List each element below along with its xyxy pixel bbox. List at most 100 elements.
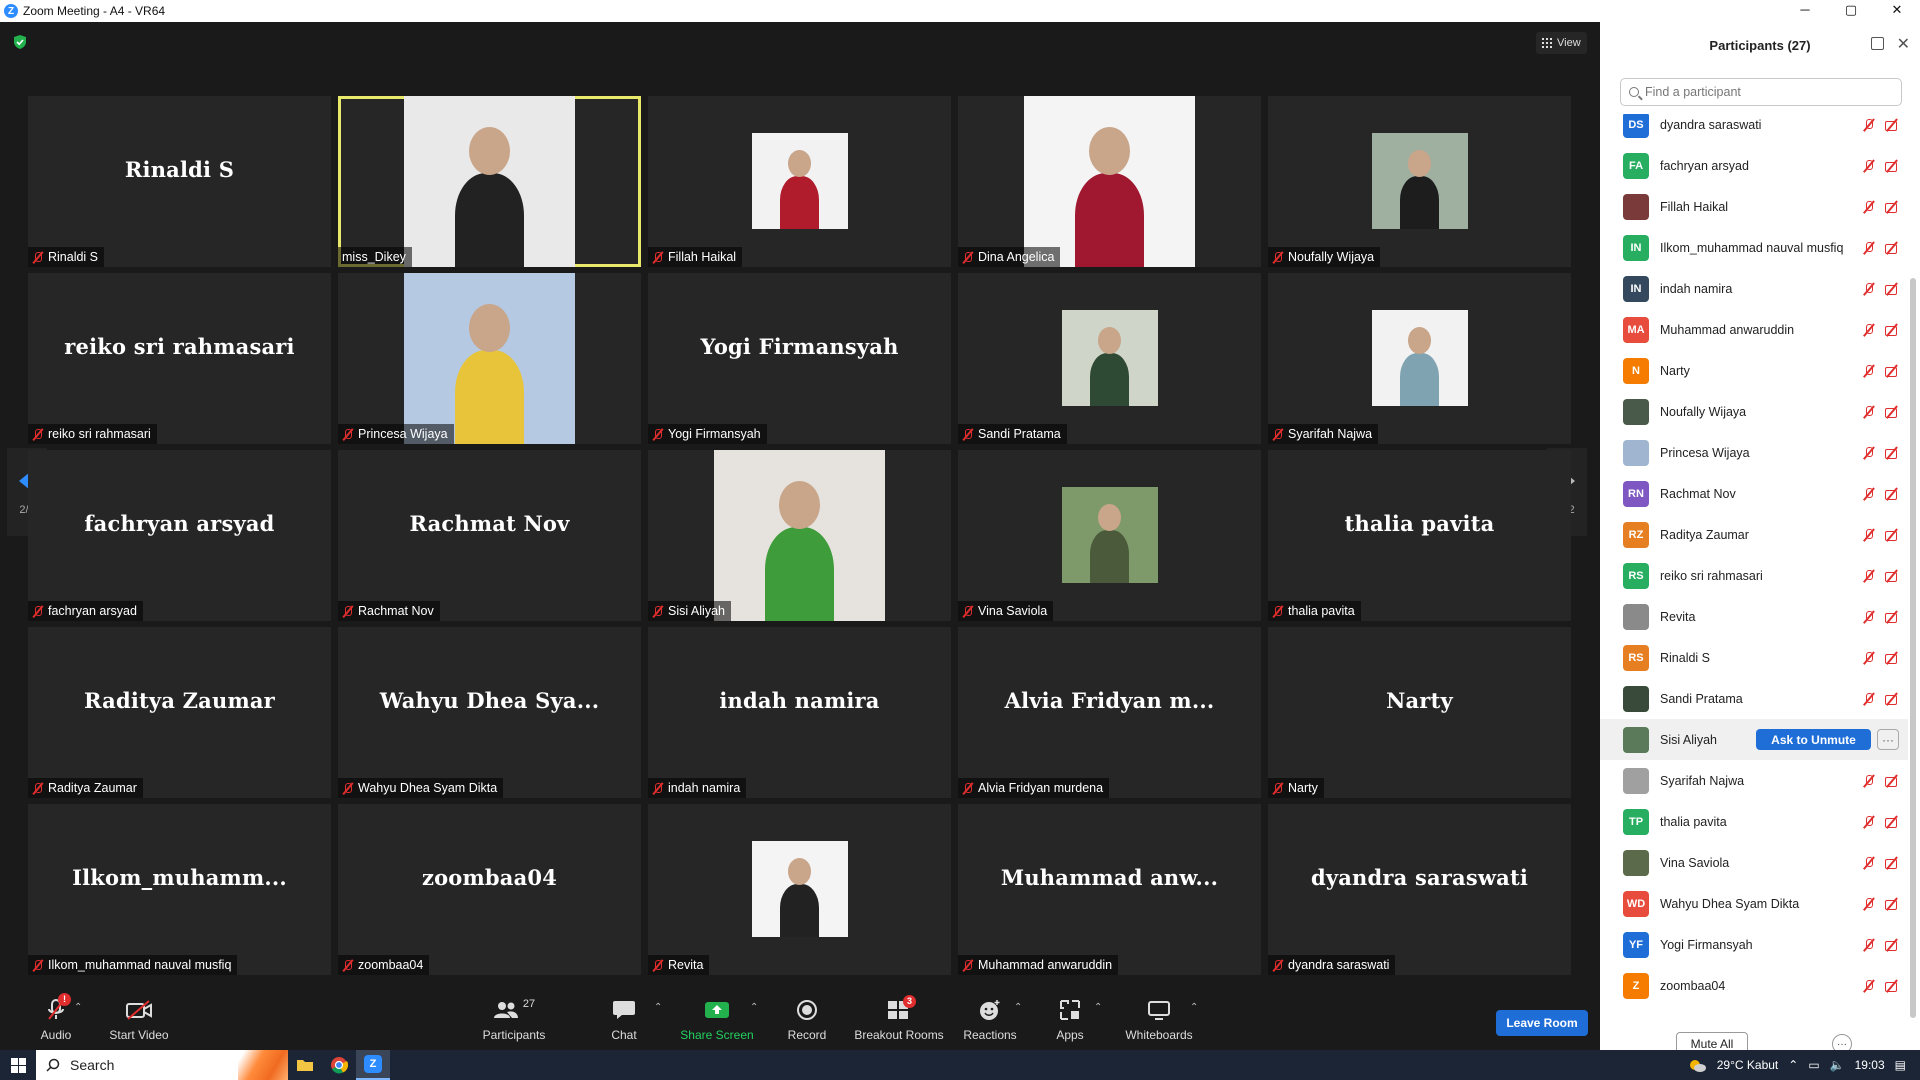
share-options-caret-icon[interactable]: ⌃: [750, 1002, 758, 1013]
video-tile-revita[interactable]: Revita: [648, 804, 951, 975]
video-off-icon[interactable]: [1884, 651, 1900, 665]
participant-row[interactable]: Vina Saviola: [1600, 842, 1908, 883]
video-off-icon[interactable]: [1884, 692, 1900, 706]
video-off-icon[interactable]: [1884, 241, 1900, 255]
video-off-icon[interactable]: [1884, 446, 1900, 460]
video-tile-zoombaa[interactable]: zoombaa04 zoombaa04: [338, 804, 641, 975]
leave-room-button[interactable]: Leave Room: [1496, 1010, 1588, 1036]
notifications-icon[interactable]: ▤: [1895, 1058, 1906, 1072]
participant-row[interactable]: IN Ilkom_muhammad nauval musfiq: [1600, 227, 1908, 268]
video-off-icon[interactable]: [1884, 774, 1900, 788]
video-off-icon[interactable]: [1884, 569, 1900, 583]
video-off-icon[interactable]: [1884, 815, 1900, 829]
microphone-muted-icon[interactable]: [1863, 487, 1875, 501]
microphone-muted-icon[interactable]: [1863, 897, 1875, 911]
microphone-muted-icon[interactable]: [1863, 979, 1875, 993]
close-window-button[interactable]: ✕: [1874, 0, 1920, 22]
microphone-muted-icon[interactable]: [1863, 692, 1875, 706]
taskbar-search-box[interactable]: Search: [36, 1050, 288, 1080]
participant-more-button[interactable]: ···: [1877, 729, 1899, 750]
pop-out-icon[interactable]: [1871, 37, 1884, 50]
video-tile-muhammad[interactable]: Muhammad anw... Muhammad anwaruddin: [958, 804, 1261, 975]
microphone-muted-icon[interactable]: [1863, 118, 1875, 132]
participant-row[interactable]: Syarifah Najwa: [1600, 760, 1908, 801]
record-button[interactable]: Record: [784, 988, 830, 1050]
video-off-icon[interactable]: [1884, 897, 1900, 911]
video-tile-dyandra[interactable]: dyandra saraswati dyandra saraswati: [1268, 804, 1571, 975]
video-tile-indah[interactable]: indah namira indah namira: [648, 627, 951, 798]
whiteboards-button[interactable]: Whiteboards: [1124, 988, 1194, 1050]
video-tile-raditya[interactable]: Raditya Zaumar Raditya Zaumar: [28, 627, 331, 798]
participant-row[interactable]: FA fachryan arsyad: [1600, 145, 1908, 186]
participant-row[interactable]: YF Yogi Firmansyah: [1600, 924, 1908, 965]
participant-row[interactable]: RN Rachmat Nov: [1600, 473, 1908, 514]
chat-options-caret-icon[interactable]: ⌃: [654, 1002, 662, 1013]
chrome-icon[interactable]: [322, 1050, 356, 1080]
video-off-icon[interactable]: [1884, 487, 1900, 501]
reactions-button[interactable]: Reactions: [962, 988, 1018, 1050]
video-tile-vina[interactable]: Vina Saviola: [958, 450, 1261, 621]
chat-button[interactable]: Chat: [606, 988, 642, 1050]
participant-row[interactable]: IN indah namira: [1600, 268, 1908, 309]
audio-button[interactable]: ! Audio: [30, 988, 82, 1050]
start-video-button[interactable]: Start Video: [106, 988, 172, 1050]
participant-row[interactable]: RZ Raditya Zaumar: [1600, 514, 1908, 555]
microphone-muted-icon[interactable]: [1863, 815, 1875, 829]
clock[interactable]: 19:03: [1855, 1058, 1885, 1072]
video-tile-noufally[interactable]: Noufally Wijaya: [1268, 96, 1571, 267]
apps-options-caret-icon[interactable]: ⌃: [1094, 1002, 1102, 1013]
participant-row[interactable]: Noufally Wijaya: [1600, 391, 1908, 432]
zoom-app-icon[interactable]: Z: [356, 1050, 390, 1080]
participant-row[interactable]: Revita: [1600, 596, 1908, 637]
video-tile-wahyu[interactable]: Wahyu Dhea Sya... Wahyu Dhea Syam Dikta: [338, 627, 641, 798]
video-tile-fillah[interactable]: Fillah Haikal: [648, 96, 951, 267]
video-tile-dikey[interactable]: miss_Dikey: [338, 96, 641, 267]
video-tile-princesa[interactable]: Princesa Wijaya: [338, 273, 641, 444]
video-off-icon[interactable]: [1884, 979, 1900, 993]
whiteboards-options-caret-icon[interactable]: ⌃: [1190, 1002, 1198, 1013]
video-tile-syarifah[interactable]: Syarifah Najwa: [1268, 273, 1571, 444]
video-tile-rinaldi[interactable]: Rinaldi S Rinaldi S: [28, 96, 331, 267]
video-off-icon[interactable]: [1884, 118, 1900, 132]
video-off-icon[interactable]: [1884, 856, 1900, 870]
participant-row[interactable]: DS dyandra saraswati: [1600, 114, 1908, 145]
participant-list-scrollbar[interactable]: [1910, 278, 1916, 1018]
microphone-muted-icon[interactable]: [1863, 938, 1875, 952]
microphone-muted-icon[interactable]: [1863, 200, 1875, 214]
video-off-icon[interactable]: [1884, 323, 1900, 337]
video-off-icon[interactable]: [1884, 938, 1900, 952]
participant-row[interactable]: Princesa Wijaya: [1600, 432, 1908, 473]
microphone-muted-icon[interactable]: [1863, 159, 1875, 173]
video-tile-reiko[interactable]: reiko sri rahmasari reiko sri rahmasari: [28, 273, 331, 444]
video-off-icon[interactable]: [1884, 200, 1900, 214]
participant-row[interactable]: N Narty: [1600, 350, 1908, 391]
microphone-muted-icon[interactable]: [1863, 569, 1875, 583]
participants-button[interactable]: 27 Participants: [482, 988, 546, 1050]
video-off-icon[interactable]: [1884, 364, 1900, 378]
video-tile-alvia[interactable]: Alvia Fridyan m... Alvia Fridyan murdena: [958, 627, 1261, 798]
microphone-muted-icon[interactable]: [1863, 405, 1875, 419]
video-tile-thalia[interactable]: thalia pavita thalia pavita: [1268, 450, 1571, 621]
microphone-muted-icon[interactable]: [1863, 774, 1875, 788]
microphone-muted-icon[interactable]: [1863, 241, 1875, 255]
microphone-muted-icon[interactable]: [1863, 446, 1875, 460]
video-tile-fachryan[interactable]: fachryan arsyad fachryan arsyad: [28, 450, 331, 621]
share-screen-button[interactable]: Share Screen: [680, 988, 754, 1050]
participant-row[interactable]: TP thalia pavita: [1600, 801, 1908, 842]
video-tile-sandi[interactable]: Sandi Pratama: [958, 273, 1261, 444]
microphone-muted-icon[interactable]: [1863, 282, 1875, 296]
participant-search-input[interactable]: Find a participant: [1620, 78, 1902, 106]
microphone-muted-icon[interactable]: [1863, 528, 1875, 542]
apps-button[interactable]: Apps: [1052, 988, 1088, 1050]
breakout-rooms-button[interactable]: 3 Breakout Rooms: [854, 988, 944, 1050]
video-off-icon[interactable]: [1884, 405, 1900, 419]
maximize-button[interactable]: ▢: [1828, 0, 1874, 22]
microphone-muted-icon[interactable]: [1863, 651, 1875, 665]
microphone-muted-icon[interactable]: [1863, 856, 1875, 870]
reactions-options-caret-icon[interactable]: ⌃: [1014, 1002, 1022, 1013]
participant-row[interactable]: Sandi Pratama: [1600, 678, 1908, 719]
participant-row[interactable]: MA Muhammad anwaruddin: [1600, 309, 1908, 350]
close-panel-icon[interactable]: ✕: [1897, 34, 1910, 54]
participant-row[interactable]: Fillah Haikal: [1600, 186, 1908, 227]
video-tile-yogi[interactable]: Yogi Firmansyah Yogi Firmansyah: [648, 273, 951, 444]
